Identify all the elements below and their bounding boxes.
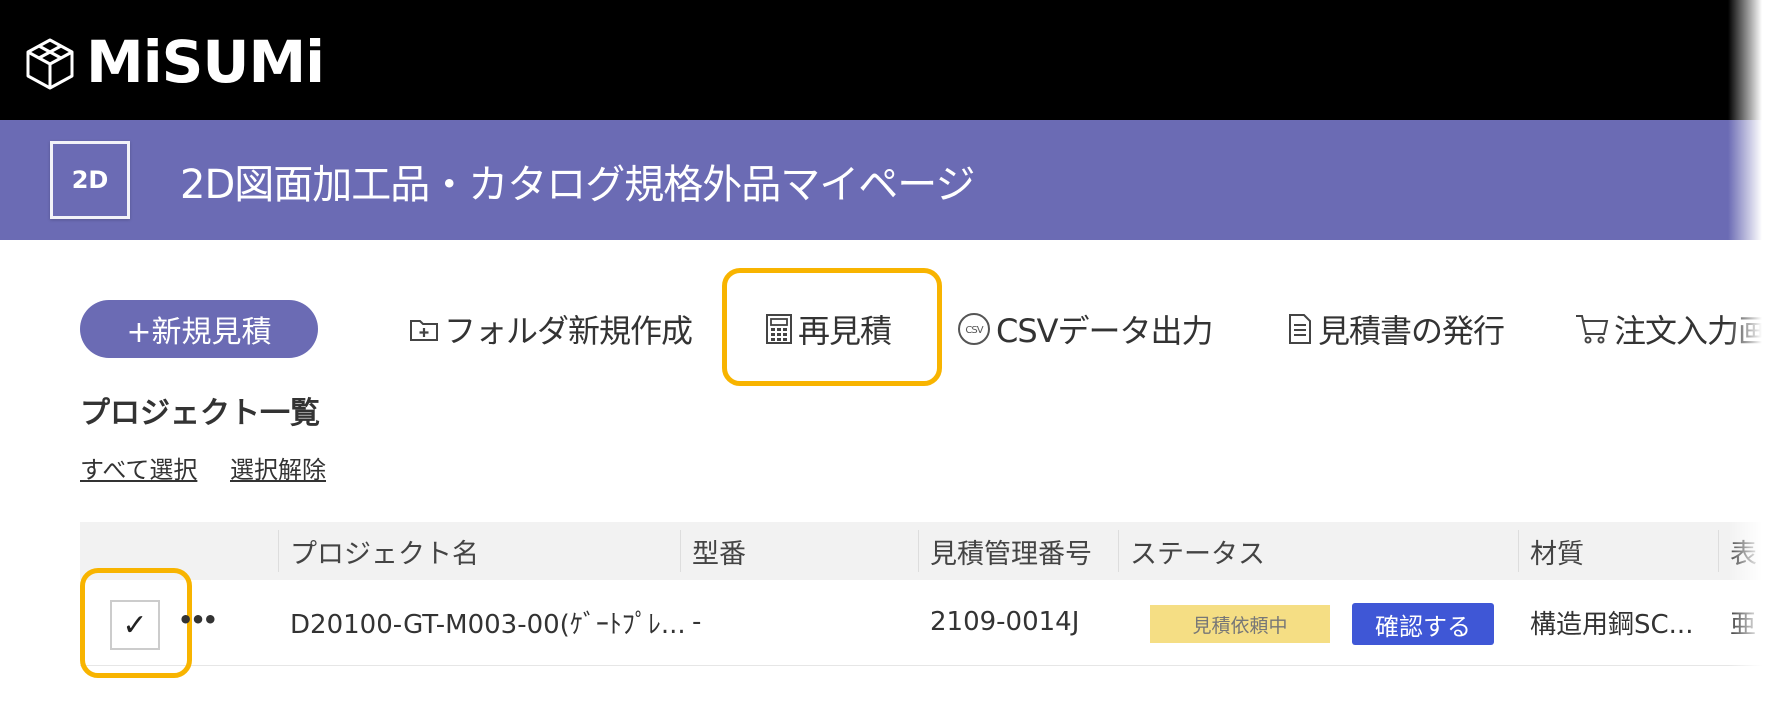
new-folder-button[interactable]: フォルダ新規作成: [408, 306, 693, 352]
new-quote-button[interactable]: +新規見積: [80, 300, 318, 358]
deselect-all-link[interactable]: 選択解除: [230, 450, 326, 485]
column-header-quote-number[interactable]: 見積管理番号: [920, 522, 1092, 580]
confirm-button[interactable]: 確認する: [1352, 603, 1494, 645]
material-cell: 構造用鋼SC...: [1530, 609, 1694, 640]
app-window: MiSUMi 2D 2D図面加工品・カタログ規格外品マイページ +新規見積 フォ…: [0, 0, 1768, 704]
column-header-project-name[interactable]: プロジェクト名: [280, 522, 479, 580]
project-name-cell[interactable]: D20100-GT-M003-00(ｹﾞｰﾄﾌﾟﾚ...: [290, 600, 686, 644]
column-divider: [1518, 530, 1519, 572]
more-options-icon[interactable]: •••: [178, 606, 218, 634]
cube-outline-icon: [26, 38, 74, 90]
column-header-material[interactable]: 材質: [1520, 522, 1584, 580]
issue-quote-button[interactable]: 見積書の発行: [1286, 306, 1505, 352]
badge-2d: 2D: [50, 141, 130, 219]
column-divider: [278, 530, 279, 572]
status-badge: 見積依頼中: [1150, 605, 1330, 643]
select-all-link[interactable]: すべて選択: [80, 450, 197, 485]
order-entry-label: 注文入力画: [1614, 312, 1768, 350]
column-divider: [1118, 530, 1119, 572]
column-header-status[interactable]: ステータス: [1120, 522, 1265, 580]
new-folder-label: フォルダ新規作成: [444, 312, 693, 350]
quote-number-cell: 2109-0014J: [930, 607, 1080, 637]
checkbox-highlight: [80, 568, 192, 678]
requote-highlight: [722, 268, 942, 386]
page-title: 2D図面加工品・カタログ規格外品マイページ: [180, 162, 975, 208]
column-header-surface[interactable]: 表: [1720, 522, 1757, 580]
logo-text: MiSUMi: [86, 28, 325, 96]
folder-plus-icon: [410, 320, 438, 341]
part-number-cell: -: [692, 607, 702, 637]
cart-icon: [1576, 315, 1609, 344]
order-entry-button[interactable]: 注文入力画: [1574, 306, 1768, 352]
column-divider: [1718, 530, 1719, 572]
csv-export-button[interactable]: CSV CSVデータ出力: [956, 306, 1214, 352]
project-list-title: プロジェクト一覧: [80, 396, 320, 431]
column-divider: [680, 530, 681, 572]
column-header-part-number[interactable]: 型番: [682, 522, 746, 580]
svg-text:CSV: CSV: [965, 325, 983, 336]
misumi-logo[interactable]: MiSUMi: [22, 28, 325, 96]
next-row-partial: [80, 668, 1768, 704]
csv-icon: CSV: [958, 313, 990, 345]
issue-quote-label: 見積書の発行: [1318, 312, 1505, 350]
surface-cell: 亜: [1730, 609, 1757, 640]
csv-export-label: CSVデータ出力: [996, 312, 1214, 350]
column-divider: [918, 530, 919, 572]
document-icon: [1289, 314, 1311, 344]
